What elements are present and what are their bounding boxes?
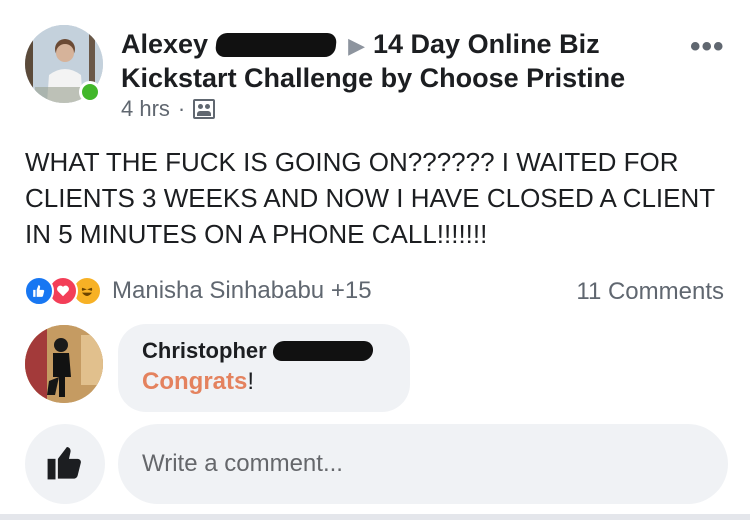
- arrow-right-icon: ▶: [348, 33, 365, 58]
- post-timestamp[interactable]: 4 hrs: [121, 96, 170, 122]
- commenter-avatar[interactable]: [25, 325, 103, 403]
- meta-separator: ·: [177, 96, 186, 121]
- divider: [0, 514, 750, 520]
- comment-bubble[interactable]: Christopher Congrats!: [118, 324, 410, 412]
- feed-post: Alexey ▶ 14 Day Online Biz Kickstart Chall…: [0, 0, 750, 520]
- post-body-text: WHAT THE FUCK IS GOING ON?????? I WAITED…: [25, 147, 715, 249]
- post-meta: 4 hrs ·: [121, 96, 216, 122]
- group-icon: [193, 99, 216, 119]
- author-name[interactable]: Alexey: [121, 29, 208, 59]
- comment-input[interactable]: Write a comment...: [118, 424, 728, 504]
- comments-count-link[interactable]: 11 Comments: [576, 278, 724, 306]
- commenter-name[interactable]: Christopher: [142, 338, 379, 364]
- like-button[interactable]: [25, 424, 105, 504]
- reactions-summary[interactable]: Manisha Sinhababu +15: [24, 276, 372, 306]
- post-header: Alexey ▶ 14 Day Online Biz Kickstart Chall…: [121, 28, 681, 95]
- thumbs-up-icon: [46, 443, 84, 486]
- reactors-names[interactable]: Manisha Sinhababu +15: [112, 277, 372, 305]
- comment-text: Congrats!: [142, 368, 255, 395]
- online-status-dot: [79, 81, 101, 103]
- redacted-surname: [214, 33, 338, 57]
- redacted-surname: [271, 341, 374, 361]
- like-reaction-icon: [24, 276, 54, 306]
- comment-highlight: Congrats: [142, 368, 248, 395]
- ellipsis-icon[interactable]: •••: [690, 30, 725, 64]
